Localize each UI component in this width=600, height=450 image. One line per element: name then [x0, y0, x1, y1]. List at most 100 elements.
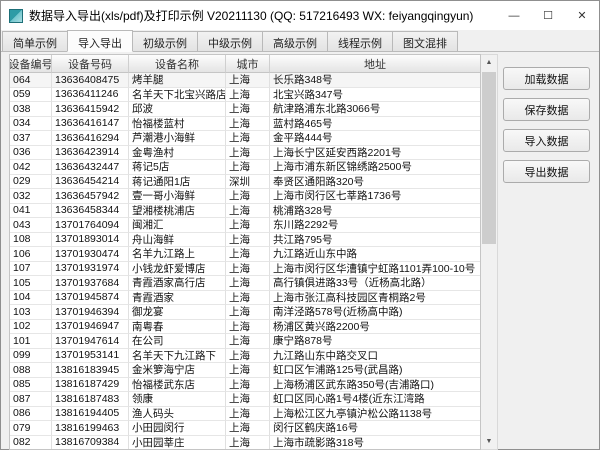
cell-city: 上海 [226, 421, 270, 436]
table-row[interactable]: 08513816187429怡福楼武东店上海上海杨浦区武东路350号(吉浦路口) [10, 378, 480, 393]
cell-city: 上海 [226, 131, 270, 146]
tab-senior[interactable]: 高级示例 [262, 31, 328, 51]
table-row[interactable]: 04213636432447蒋记5店上海上海市浦东新区锦绣路2500号 [10, 160, 480, 175]
cell-city: 上海 [226, 407, 270, 422]
cell-address: 金平路444号 [270, 131, 480, 146]
scrollbar-thumb[interactable] [482, 72, 496, 244]
table-row[interactable]: 05913636411246名羊天下北宝兴路店上海北宝兴路347号 [10, 88, 480, 103]
cell-address: 上海市疏影路318号 [270, 436, 480, 450]
cell-device-name: 领康 [129, 392, 226, 407]
cell-address: 蓝村路465号 [270, 117, 480, 132]
cell-city: 上海 [226, 88, 270, 103]
table-row[interactable]: 10513701937684青霞酒家高行店上海高行镇俱进路33号（近杨高北路） [10, 276, 480, 291]
table-row[interactable]: 08813816183945金米箩海宁店上海虹口区乍浦路125号(武昌路) [10, 363, 480, 378]
close-button[interactable]: ✕ [565, 1, 599, 30]
table-row[interactable]: 10613701930474名羊九江路上上海九江路近山东中路 [10, 247, 480, 262]
cell-address: 上海松江区九亭镇沪松公路1138号 [270, 407, 480, 422]
title-bar[interactable]: 数据导入导出(xls/pdf)及打印示例 V20211130 (QQ: 5172… [1, 1, 599, 30]
cell-device-phone: 13636458344 [52, 204, 129, 219]
cell-address: 上海市张江高科技园区青桐路2号 [270, 291, 480, 306]
cell-city: 上海 [226, 320, 270, 335]
tab-import-export[interactable]: 导入导出 [67, 30, 133, 52]
load-data-button[interactable]: 加载数据 [503, 67, 590, 90]
cell-address: 上海杨浦区武东路350号(吉浦路口) [270, 378, 480, 393]
cell-city: 上海 [226, 392, 270, 407]
scroll-down-icon[interactable]: ▼ [481, 434, 497, 449]
column-header-address[interactable]: 地址 [270, 55, 480, 73]
cell-device-name: 南粤春 [129, 320, 226, 335]
tab-middle[interactable]: 中级示例 [197, 31, 263, 51]
tab-page-import-export: 设备编号设备号码设备名称城市地址 06413636408475烤羊腿上海长乐路3… [1, 52, 599, 449]
table-row[interactable]: 03713636416294芦潮港小海鲜上海金平路444号 [10, 131, 480, 146]
cell-device-id: 087 [10, 392, 52, 407]
cell-device-phone: 13701946947 [52, 320, 129, 335]
cell-device-phone: 13701893014 [52, 233, 129, 248]
table-row[interactable]: 10313701946394御龙宴上海南洋泾路578号(近杨高中路) [10, 305, 480, 320]
table-row[interactable]: 02913636454214蒋记通阳1店深圳奉贤区通阳路320号 [10, 175, 480, 190]
cell-device-id: 042 [10, 160, 52, 175]
tab-simple[interactable]: 简单示例 [2, 31, 68, 51]
table-row[interactable]: 04113636458344望湘楼桃浦店上海桃浦路328号 [10, 204, 480, 219]
cell-device-id: 101 [10, 334, 52, 349]
cell-address: 东川路2292号 [270, 218, 480, 233]
table-row[interactable]: 03813636415942邱波上海航津路浦东北路3066号 [10, 102, 480, 117]
cell-address: 闵行区鹤庆路16号 [270, 421, 480, 436]
table-row[interactable]: 10713701931974小钱龙虾爱博店上海上海市闵行区华漕镇宁虹路1101弄… [10, 262, 480, 277]
column-header-device-id[interactable]: 设备编号 [10, 55, 52, 73]
cell-device-id: 059 [10, 88, 52, 103]
export-data-button[interactable]: 导出数据 [503, 160, 590, 183]
tab-thread[interactable]: 线程示例 [327, 31, 393, 51]
table-row[interactable]: 03413636416147怡福楼蓝村上海蓝村路465号 [10, 117, 480, 132]
cell-device-phone: 13636416147 [52, 117, 129, 132]
cell-city: 上海 [226, 233, 270, 248]
table-row[interactable]: 08213816709384小田园莘庄上海上海市疏影路318号 [10, 436, 480, 450]
cell-address: 杨浦区黄兴路2200号 [270, 320, 480, 335]
cell-device-id: 088 [10, 363, 52, 378]
table-row[interactable]: 06413636408475烤羊腿上海长乐路348号 [10, 73, 480, 88]
table-row[interactable]: 08713816187483领康上海虹口区同心路1号4楼(近东江湾路 [10, 392, 480, 407]
cell-device-name: 御龙宴 [129, 305, 226, 320]
maximize-button[interactable]: ☐ [531, 1, 565, 30]
cell-device-phone: 13636432447 [52, 160, 129, 175]
cell-city: 上海 [226, 305, 270, 320]
cell-device-name: 闽湘汇 [129, 218, 226, 233]
vertical-scrollbar[interactable]: ▲ ▼ [481, 54, 498, 450]
table-row[interactable]: 10213701946947南粤春上海杨浦区黄兴路2200号 [10, 320, 480, 335]
cell-device-name: 壹一哥小海鲜 [129, 189, 226, 204]
cell-device-id: 038 [10, 102, 52, 117]
import-data-button[interactable]: 导入数据 [503, 129, 590, 152]
cell-address: 奉贤区通阳路320号 [270, 175, 480, 190]
table-row[interactable]: 10113701947614在公司上海康宁路878号 [10, 334, 480, 349]
cell-device-id: 085 [10, 378, 52, 393]
table-row[interactable]: 10413701945874青霞酒家上海上海市张江高科技园区青桐路2号 [10, 291, 480, 306]
minimize-button[interactable]: — [497, 1, 531, 30]
cell-device-phone: 13816187429 [52, 378, 129, 393]
table-row[interactable]: 09913701953141名羊天下九江路下上海九江路山东中路交叉口 [10, 349, 480, 364]
table-row[interactable]: 10813701893014舟山海鲜上海共江路795号 [10, 233, 480, 248]
cell-city: 上海 [226, 436, 270, 450]
table-row[interactable]: 04313701764094闽湘汇上海东川路2292号 [10, 218, 480, 233]
table-body: 06413636408475烤羊腿上海长乐路348号05913636411246… [10, 73, 480, 450]
table-row[interactable]: 07913816199463小田园闵行上海闵行区鹤庆路16号 [10, 421, 480, 436]
column-header-city[interactable]: 城市 [226, 55, 270, 73]
cell-device-id: 029 [10, 175, 52, 190]
cell-device-name: 怡福楼武东店 [129, 378, 226, 393]
window-title: 数据导入导出(xls/pdf)及打印示例 V20211130 (QQ: 5172… [29, 7, 497, 24]
scrollbar-track[interactable] [481, 70, 497, 434]
cell-device-name: 小田园闵行 [129, 421, 226, 436]
column-header-device-phone[interactable]: 设备号码 [52, 55, 129, 73]
tab-basic[interactable]: 初级示例 [132, 31, 198, 51]
save-data-button[interactable]: 保存数据 [503, 98, 590, 121]
cell-address: 共江路795号 [270, 233, 480, 248]
column-header-device-name[interactable]: 设备名称 [129, 55, 226, 73]
device-table: 设备编号设备号码设备名称城市地址 06413636408475烤羊腿上海长乐路3… [9, 54, 481, 450]
table-row[interactable]: 03613636423914金粤渔村上海上海长宁区延安西路2201号 [10, 146, 480, 161]
cell-device-phone: 13816187483 [52, 392, 129, 407]
action-button-panel: 加载数据保存数据导入数据导出数据 [503, 67, 593, 183]
scroll-up-icon[interactable]: ▲ [481, 55, 497, 70]
table-row[interactable]: 08613816194405渔人码头上海上海松江区九亭镇沪松公路1138号 [10, 407, 480, 422]
cell-device-phone: 13816183945 [52, 363, 129, 378]
table-row[interactable]: 03213636457942壹一哥小海鲜上海上海市闵行区七莘路1736号 [10, 189, 480, 204]
cell-address: 航津路浦东北路3066号 [270, 102, 480, 117]
tab-richtext[interactable]: 图文混排 [392, 31, 458, 51]
